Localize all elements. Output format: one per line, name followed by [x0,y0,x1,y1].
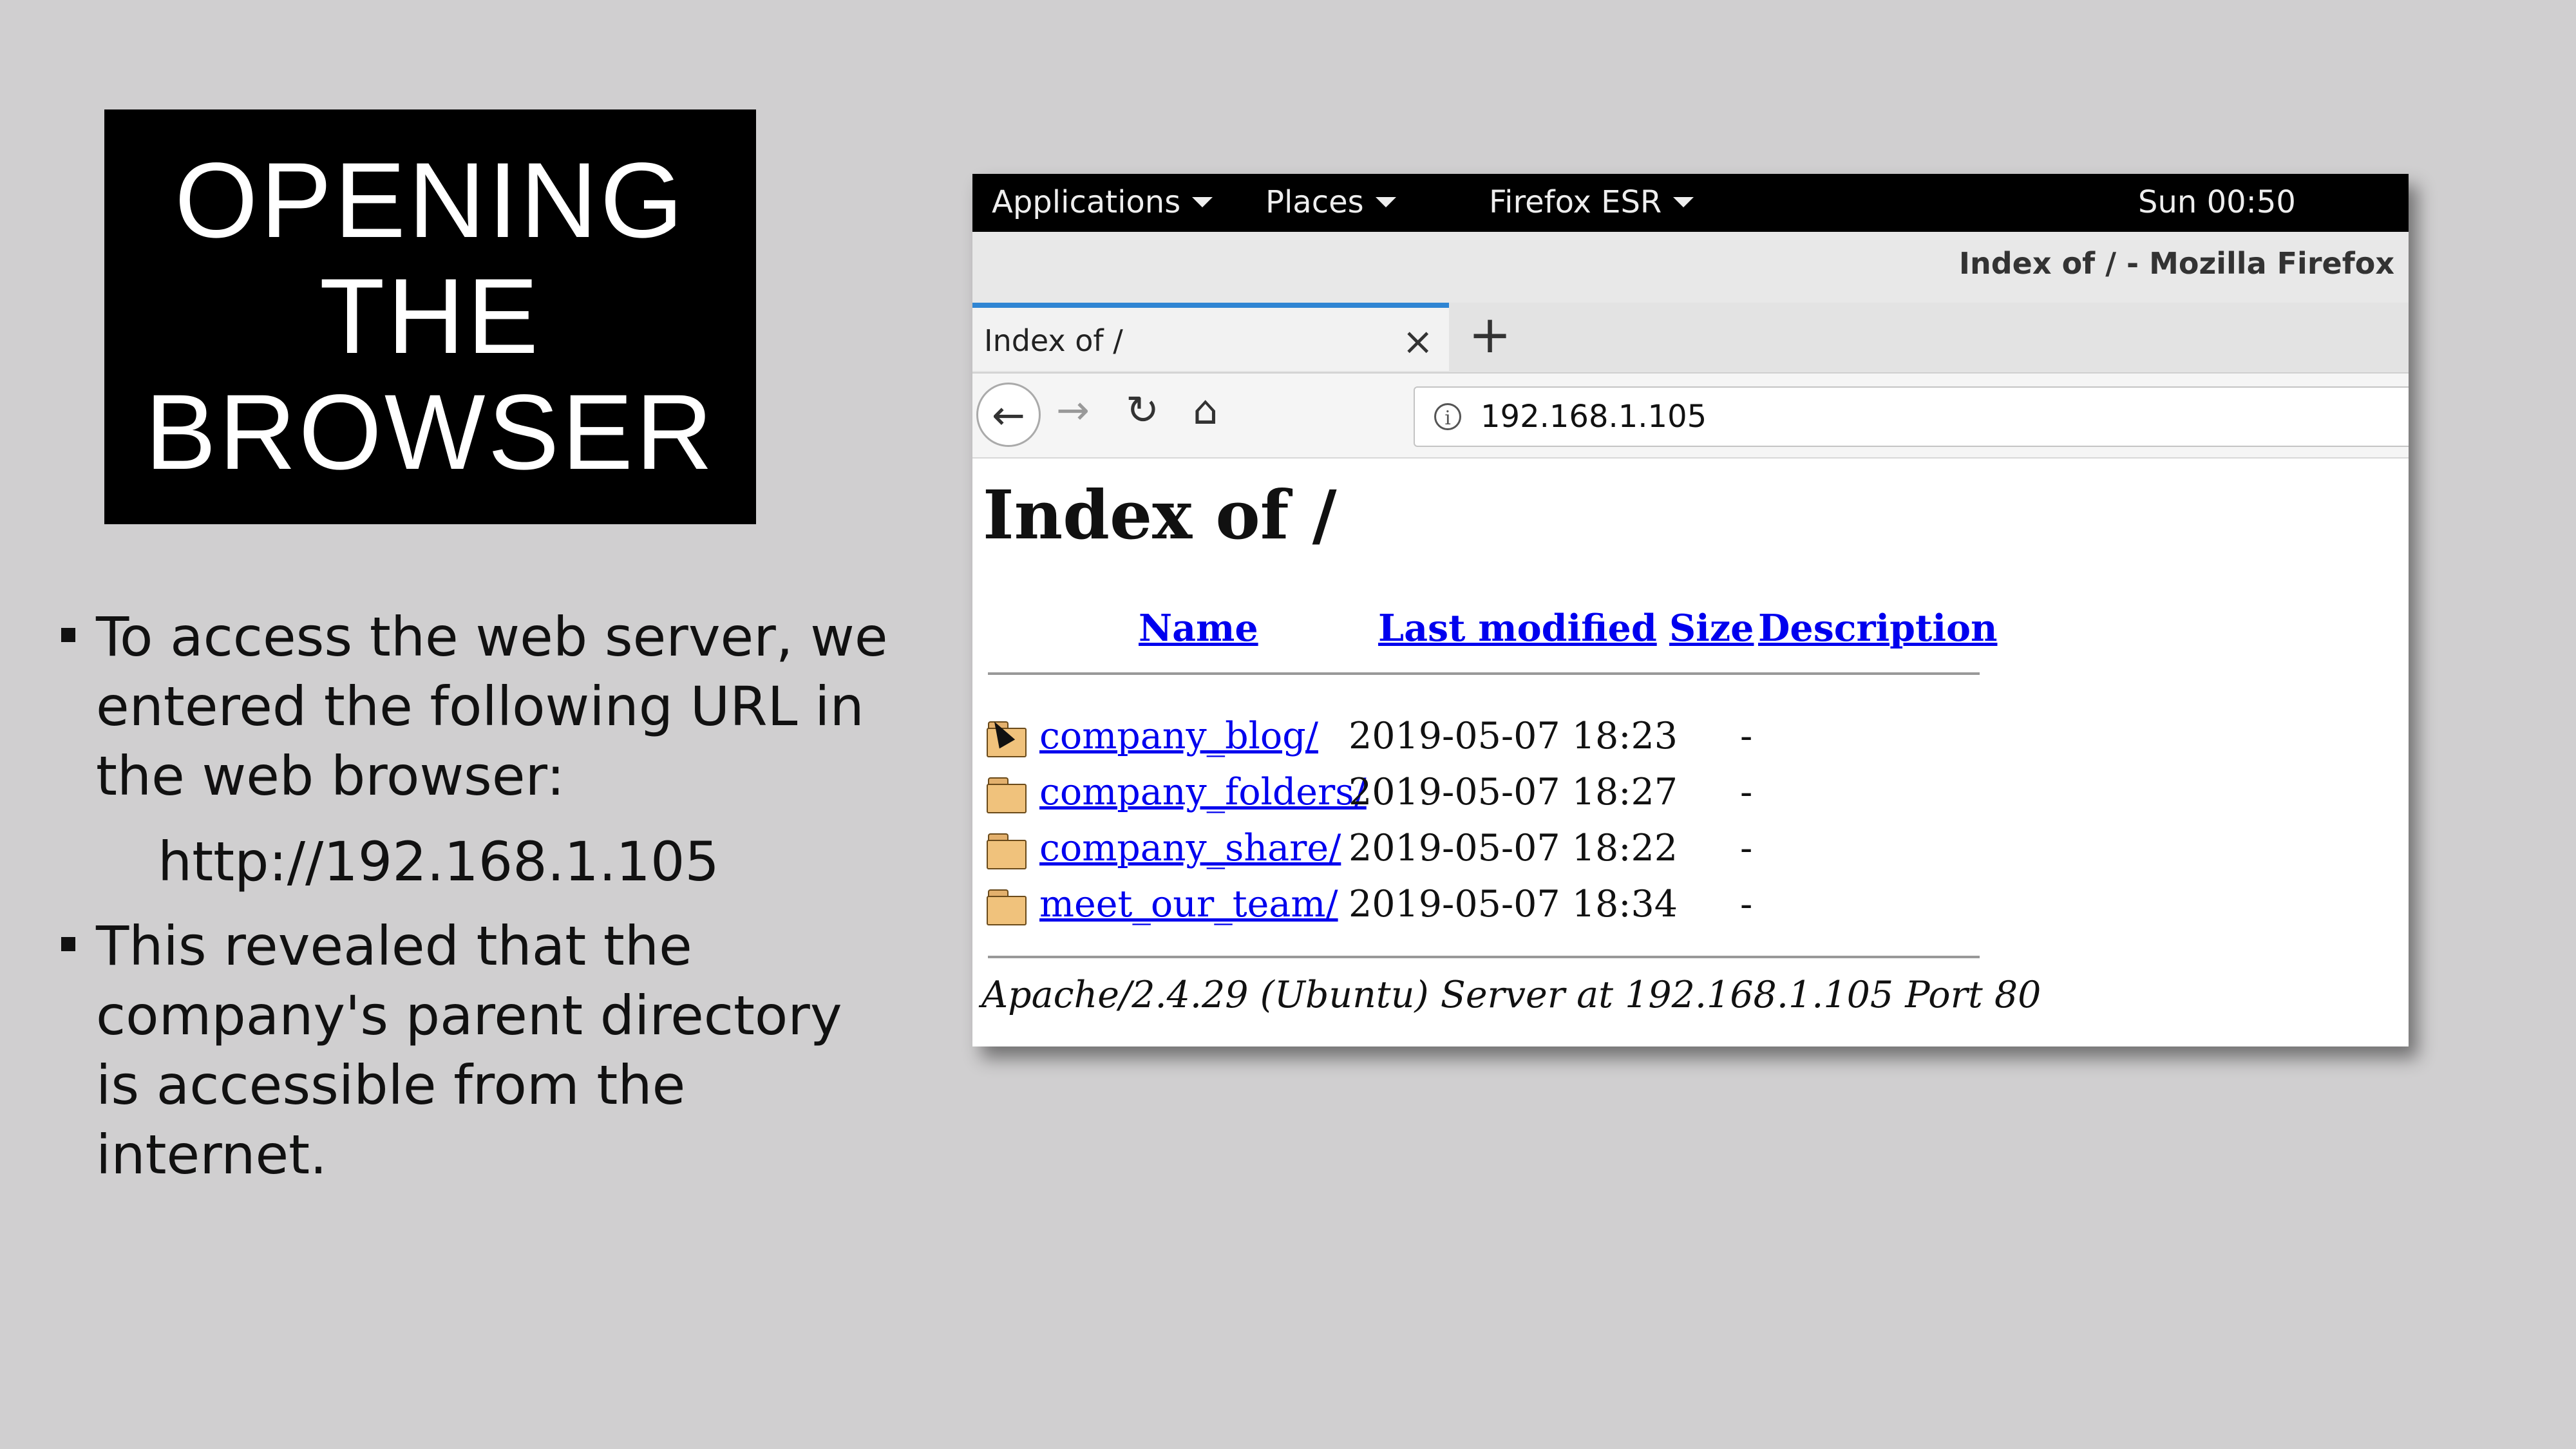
last-modified: 2019-05-07 18:23 [1349,715,1678,757]
directory-link[interactable]: company_blog/ [1039,715,1318,757]
size: - [1740,771,1753,813]
back-arrow-icon[interactable]: ← [976,383,1041,447]
clock[interactable]: Sun 00:50 [2138,184,2296,220]
address-url[interactable]: 192.168.1.105 [1481,399,1707,435]
tab-strip: Index of / × + [972,303,2409,374]
column-header-description[interactable]: Description [1758,607,1997,650]
reload-icon[interactable]: ↻ [1126,386,1159,433]
folder-icon [987,777,1027,813]
bullet-text: To access the web server, we entered the… [96,605,888,808]
last-modified: 2019-05-07 18:34 [1349,883,1678,925]
directory-row: company_share/ 2019-05-07 18:22 - [987,827,1953,882]
clock-label: Sun 00:50 [2138,184,2296,220]
new-tab-plus-icon[interactable]: + [1468,309,1511,361]
address-bar[interactable]: i 192.168.1.105 [1414,386,2409,447]
column-header-last-modified[interactable]: Last modified [1378,607,1657,650]
page-heading: Index of / [983,475,1337,554]
folder-icon [987,833,1027,869]
firefox-label: Firefox ESR [1489,184,1662,220]
applications-menu[interactable]: Applications [992,184,1213,220]
forward-arrow-icon[interactable]: → [1056,386,1090,433]
slide-title-line: BROWSER [145,373,715,492]
navigation-toolbar: ← → ↻ ⌂ i 192.168.1.105 [972,374,2409,459]
bullet-square-icon [61,937,75,951]
caret-down-icon [1192,197,1213,207]
applications-label: Applications [992,184,1181,220]
directory-row: meet_our_team/ 2019-05-07 18:34 - [987,883,1953,938]
folder-icon [987,889,1027,925]
column-header-size[interactable]: Size [1669,607,1754,650]
server-signature: Apache/2.4.29 (Ubuntu) Server at 192.168… [981,974,2041,1016]
directory-link[interactable]: company_share/ [1039,827,1341,869]
bullet-text: This revealed that the company's parent … [96,914,842,1186]
directory-row: company_folders/ 2019-05-07 18:27 - [987,771,1953,826]
slide-title-block: OPENING THE BROWSER [104,109,756,524]
column-header-name[interactable]: Name [1139,607,1258,650]
window-title: Index of / - Mozilla Firefox [1958,246,2394,281]
caret-down-icon [1375,197,1396,207]
directory-link[interactable]: meet_our_team/ [1039,883,1338,925]
directory-row: company_blog/ 2019-05-07 18:23 - [986,715,1953,770]
firefox-menu[interactable]: Firefox ESR [1489,184,1694,220]
caret-down-icon [1673,197,1694,207]
slide-title-line: OPENING [175,141,686,260]
size: - [1740,827,1753,869]
home-icon[interactable]: ⌂ [1193,386,1218,433]
slide-title-line: THE [319,257,541,376]
url-example: http://192.168.1.105 [158,830,719,893]
tab-index[interactable]: Index of / × [972,303,1449,371]
last-modified: 2019-05-07 18:22 [1349,827,1678,869]
bullet-item: To access the web server, we entered the… [61,602,898,811]
places-menu[interactable]: Places [1265,184,1396,220]
last-modified: 2019-05-07 18:27 [1349,771,1678,813]
size: - [1740,883,1753,925]
tab-label: Index of / [984,323,1123,358]
places-label: Places [1265,184,1364,220]
gnome-top-bar: Applications Places Firefox ESR Sun 00:5… [972,174,2409,232]
window-title-bar: Index of / - Mozilla Firefox [972,232,2409,303]
size: - [1740,715,1753,757]
close-icon[interactable]: × [1402,319,1434,363]
bullet-item: This revealed that the company's parent … [61,911,898,1189]
directory-link[interactable]: company_folders/ [1039,771,1367,813]
slide-bullets: To access the web server, we entered the… [61,602,898,1189]
bullet-square-icon [61,628,75,642]
divider [988,672,1980,675]
browser-window: Applications Places Firefox ESR Sun 00:5… [972,174,2409,1046]
divider [988,956,1980,958]
info-icon[interactable]: i [1434,403,1461,430]
